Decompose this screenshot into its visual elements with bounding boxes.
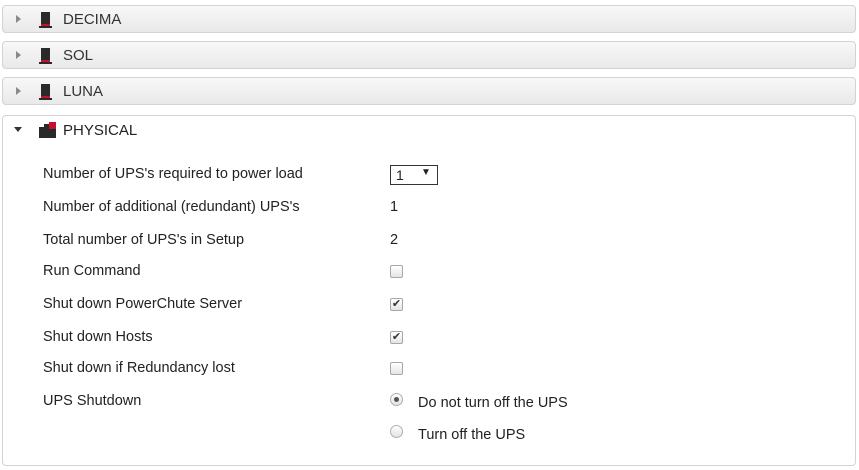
run-command-label: Run Command — [43, 263, 141, 279]
shutdown-redundancy-checkbox[interactable] — [390, 362, 403, 375]
group-title: SOL — [63, 47, 94, 64]
server-icon — [39, 12, 52, 28]
ups-shutdown-label: UPS Shutdown — [43, 393, 142, 409]
group-header-decima[interactable]: DECIMA — [2, 5, 856, 33]
group-title: LUNA — [63, 83, 104, 100]
shutdown-server-label: Shut down PowerChute Server — [43, 296, 243, 312]
expand-arrow-icon — [16, 87, 21, 95]
expand-arrow-icon — [16, 51, 21, 59]
collapse-arrow-icon — [14, 127, 22, 132]
shutdown-hosts-checkbox[interactable]: ✔ — [390, 331, 403, 344]
group-title: PHYSICAL — [63, 122, 138, 139]
ups-shutdown-radio-keep-on[interactable] — [390, 393, 403, 406]
server-icon — [39, 48, 52, 64]
group-title: DECIMA — [63, 11, 122, 28]
run-command-checkbox[interactable] — [390, 265, 403, 278]
shutdown-server-checkbox[interactable]: ✔ — [390, 298, 403, 311]
ups-shutdown-radio-turn-off[interactable] — [390, 425, 403, 438]
chevron-down-icon: ▼ — [421, 167, 431, 178]
ups-shutdown-option-label[interactable]: Turn off the UPS — [418, 427, 525, 443]
redundant-ups-value: 1 — [390, 199, 399, 215]
ups-required-select[interactable]: 1 ▼ — [390, 165, 438, 185]
ups-shutdown-option-label[interactable]: Do not turn off the UPS — [418, 395, 568, 411]
ups-required-value: 1 — [396, 167, 404, 183]
total-ups-value: 2 — [390, 232, 399, 248]
group-header-physical[interactable]: PHYSICAL — [2, 115, 856, 145]
group-header-sol[interactable]: SOL — [2, 41, 856, 69]
ups-required-label: Number of UPS's required to power load — [43, 166, 303, 182]
server-icon — [39, 84, 52, 100]
group-header-luna[interactable]: LUNA — [2, 77, 856, 105]
total-ups-label: Total number of UPS's in Setup — [43, 232, 245, 248]
multi-server-icon — [39, 122, 56, 138]
shutdown-redundancy-label: Shut down if Redundancy lost — [43, 360, 235, 376]
shutdown-hosts-label: Shut down Hosts — [43, 329, 153, 345]
expand-arrow-icon — [16, 15, 21, 23]
redundant-ups-label: Number of additional (redundant) UPS's — [43, 199, 300, 215]
